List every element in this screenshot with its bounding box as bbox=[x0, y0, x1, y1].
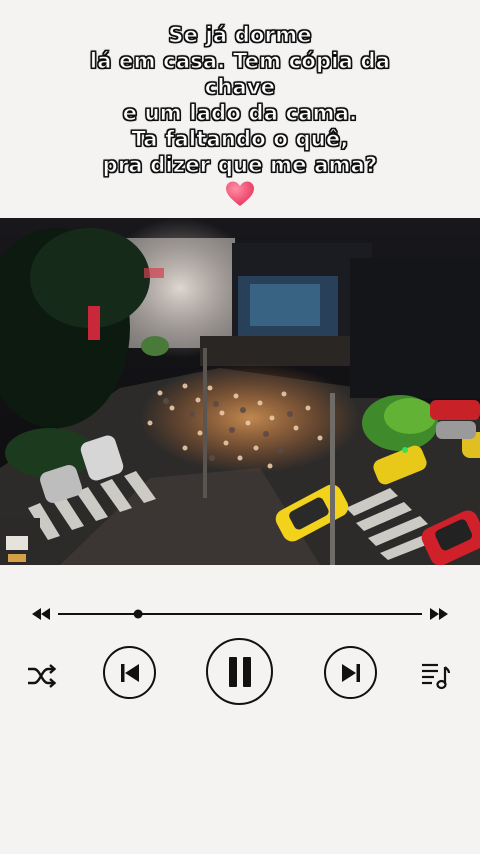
previous-track-icon bbox=[120, 663, 139, 682]
playlist-icon bbox=[422, 663, 451, 690]
lyric-line-5: Ta faltando o quê, bbox=[131, 127, 349, 152]
playlist-button[interactable] bbox=[416, 656, 454, 694]
seek-bar-graphic bbox=[32, 608, 448, 620]
lyric-line-1: Se já dorme bbox=[168, 23, 312, 48]
pause-button[interactable] bbox=[206, 638, 273, 705]
seek-thumb[interactable] bbox=[133, 609, 143, 619]
heart-emoji-icon bbox=[226, 181, 254, 206]
next-track-button[interactable] bbox=[324, 646, 377, 699]
rewind-icon[interactable] bbox=[32, 608, 50, 620]
lyric-line-2: lá em casa. Tem cópia da bbox=[89, 49, 391, 74]
previous-track-button[interactable] bbox=[103, 646, 156, 699]
shuffle-button[interactable] bbox=[22, 660, 62, 692]
lyric-line-6: pra dizer que me ama? bbox=[102, 153, 378, 178]
seek-bar[interactable] bbox=[30, 603, 450, 625]
pause-icon bbox=[228, 656, 251, 687]
lyric-line-4: e um lado da cama. bbox=[122, 101, 358, 126]
city-night-crowd-video bbox=[0, 218, 480, 565]
next-track-icon bbox=[341, 663, 360, 682]
playback-controls bbox=[0, 636, 480, 716]
fast-forward-icon[interactable] bbox=[430, 608, 448, 620]
shuffle-icon bbox=[28, 664, 57, 688]
video-player[interactable] bbox=[0, 218, 480, 565]
lyric-line-3: chave bbox=[204, 75, 276, 100]
lyrics-block: Se já dorme lá em casa. Tem cópia da cha… bbox=[0, 22, 480, 208]
